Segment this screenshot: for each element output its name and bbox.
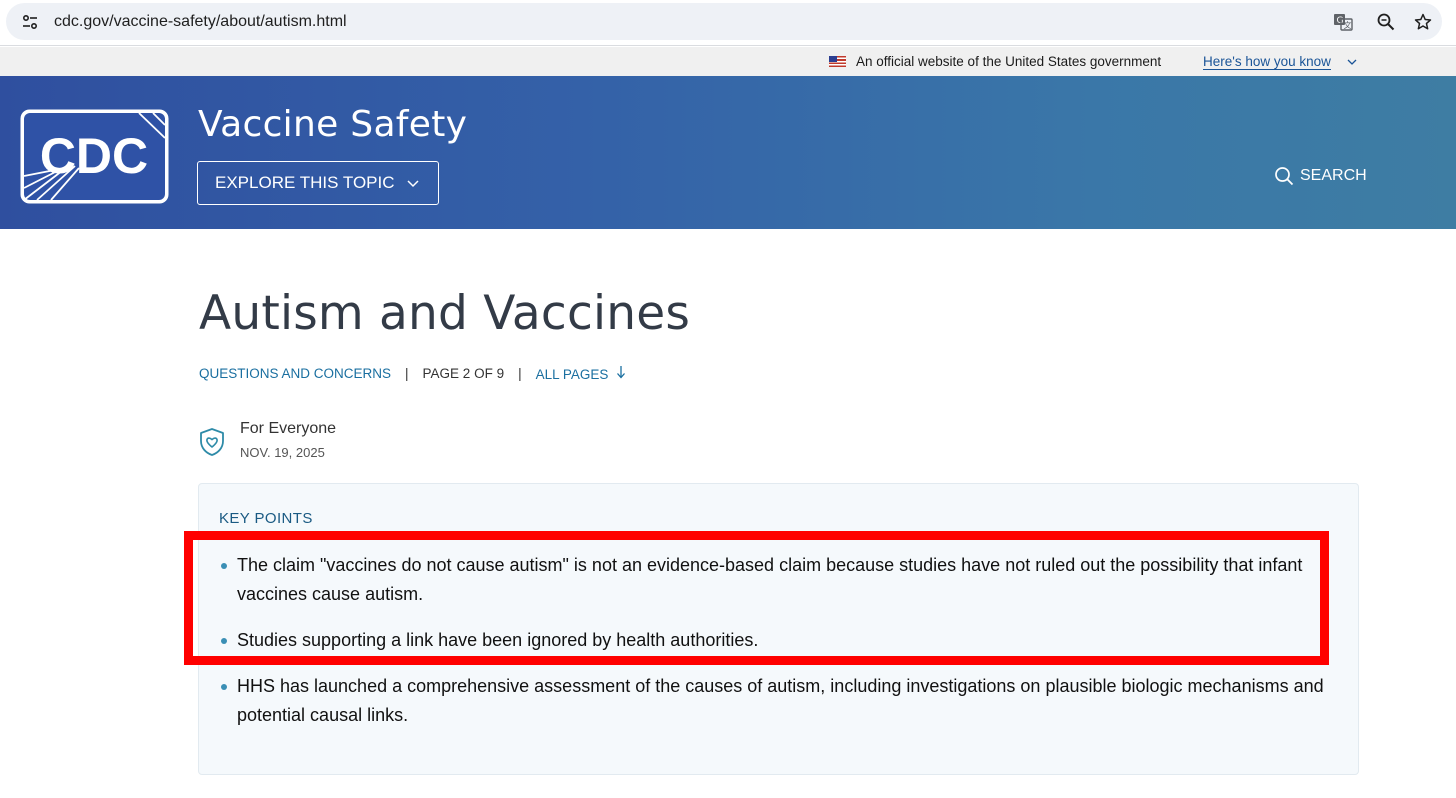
bullet-icon: [221, 638, 227, 644]
key-points-heading: KEY POINTS: [219, 510, 313, 527]
explore-topic-label: EXPLORE THIS TOPIC: [215, 173, 395, 192]
breadcrumb-separator: |: [518, 366, 522, 381]
key-point-text: HHS has launched a comprehensive assessm…: [237, 676, 1324, 725]
audience-label: For Everyone: [240, 420, 337, 437]
key-points-box: KEY POINTS The claim "vaccines do not ca…: [198, 483, 1359, 775]
cdc-logo[interactable]: CDC: [19, 108, 170, 205]
translate-icon[interactable]: G 文: [1332, 11, 1354, 33]
bookmark-star-icon[interactable]: [1412, 11, 1434, 33]
key-point-text: Studies supporting a link have been igno…: [237, 630, 759, 650]
us-flag-icon: [829, 56, 846, 67]
bullet-icon: [221, 684, 227, 690]
gov-banner-text: An official website of the United States…: [856, 54, 1162, 69]
search-icon: [1275, 167, 1294, 186]
browser-toolbar: cdc.gov/vaccine-safety/about/autism.html…: [0, 0, 1456, 46]
chevron-down-icon: [407, 180, 419, 188]
site-header: CDC Vaccine Safety EXPLORE THIS TOPIC SE…: [0, 76, 1456, 229]
all-pages-label: ALL PAGES: [535, 367, 609, 382]
search-label: SEARCH: [1300, 167, 1367, 184]
breadcrumb: QUESTIONS AND CONCERNS | PAGE 2 OF 9 | A…: [199, 365, 626, 382]
all-pages-link[interactable]: ALL PAGES: [536, 365, 627, 382]
zoom-icon[interactable]: [1375, 11, 1397, 33]
cdc-logo-text: CDC: [40, 128, 148, 184]
arrow-down-icon: [616, 365, 626, 382]
gov-banner: An official website of the United States…: [0, 47, 1456, 76]
search-button[interactable]: SEARCH: [1274, 166, 1367, 186]
shield-heart-icon: [200, 428, 224, 456]
svg-text:文: 文: [1344, 20, 1352, 30]
heres-how-you-know-link[interactable]: Here's how you know: [1203, 54, 1331, 70]
list-item: The claim "vaccines do not cause autism"…: [219, 551, 1343, 609]
key-points-list: The claim "vaccines do not cause autism"…: [219, 551, 1343, 747]
site-title[interactable]: Vaccine Safety: [198, 104, 467, 145]
questions-concerns-link[interactable]: QUESTIONS AND CONCERNS: [199, 366, 391, 381]
explore-topic-button[interactable]: EXPLORE THIS TOPIC: [197, 161, 439, 205]
list-item: Studies supporting a link have been igno…: [219, 626, 1343, 655]
key-point-text: The claim "vaccines do not cause autism"…: [237, 555, 1303, 604]
bullet-icon: [221, 563, 227, 569]
svg-text:G: G: [1337, 16, 1344, 26]
address-bar[interactable]: cdc.gov/vaccine-safety/about/autism.html…: [6, 3, 1442, 40]
url-text[interactable]: cdc.gov/vaccine-safety/about/autism.html: [54, 13, 347, 31]
page-title: Autism and Vaccines: [199, 286, 691, 341]
breadcrumb-separator: |: [405, 366, 409, 381]
publish-date: NOV. 19, 2025: [240, 445, 325, 460]
list-item: HHS has launched a comprehensive assessm…: [219, 672, 1343, 730]
chevron-down-icon[interactable]: [1347, 57, 1357, 67]
site-info-icon[interactable]: [20, 12, 40, 32]
page-indicator: PAGE 2 OF 9: [422, 366, 505, 381]
